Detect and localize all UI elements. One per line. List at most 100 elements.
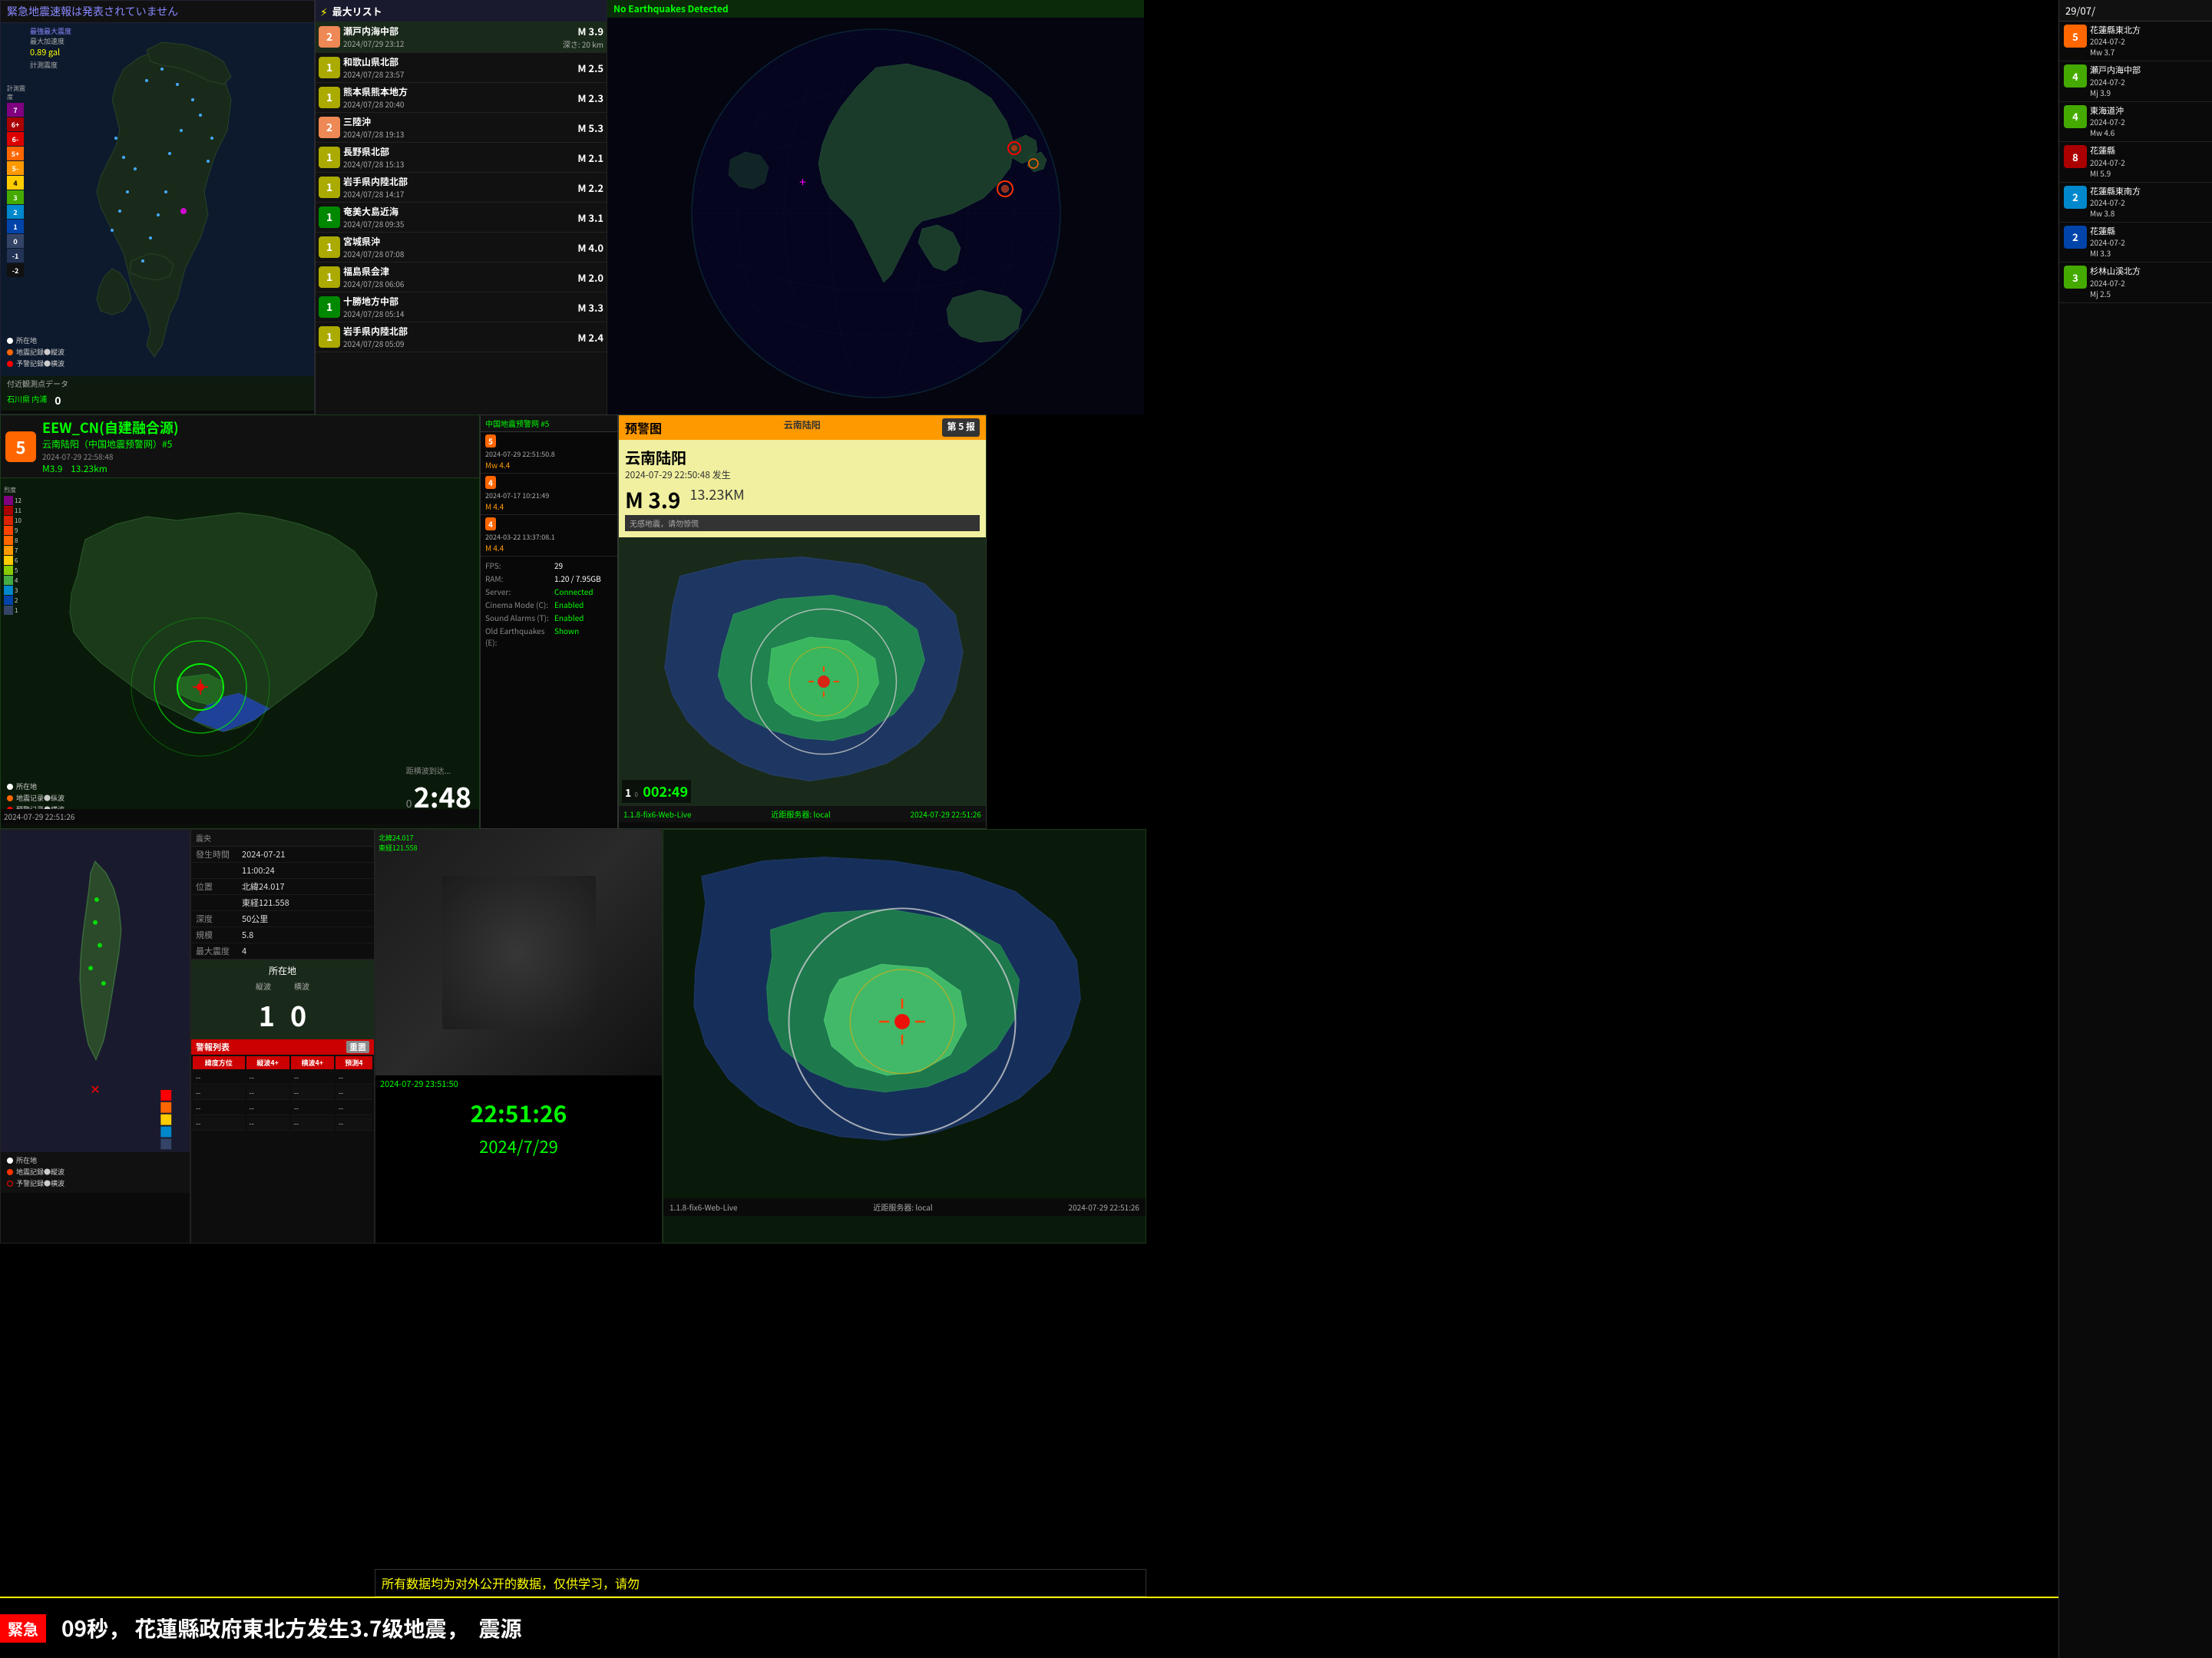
eew-history-1-mag: 4 <box>485 476 496 489</box>
eew-status-section: FPS: 29 RAM: 1.20 / 7.95GB Server: Conne… <box>481 557 617 652</box>
tw-p4-0: -- <box>246 1071 289 1085</box>
eew-old-eq-val: Shown <box>554 625 579 648</box>
china-eew-mag-badge: 5 <box>5 431 36 462</box>
eq-list-item-4[interactable]: 1 長野県北部 2024/07/28 15:13 M 2.1 <box>316 143 607 173</box>
sidebar-eq-item-1[interactable]: 4 瀬戸内海中部 2024-07-2 Mj 3.9 <box>2059 61 2212 101</box>
eew-cinema-row: Cinema Mode (C): Enabled <box>485 599 613 610</box>
eq-details-9: 十勝地方中部 2024/07/28 05:14 <box>343 295 574 319</box>
eq-time-9: 2024/07/28 05:14 <box>343 308 574 319</box>
china-eew-title: EEW_CN(自建融合源) <box>42 418 179 438</box>
eq-list-item-7[interactable]: 1 宮城県沖 2024/07/28 07:08 M 4.0 <box>316 233 607 263</box>
sidebar-mag-5: 2 <box>2064 226 2087 249</box>
eew-server-val: Connected <box>554 586 594 597</box>
cn-countdown-overlay: 1 0 002:49 <box>622 780 691 803</box>
globe-header: No Earthquakes Detected <box>607 0 1144 18</box>
cn-alert-depth: 13.23KM <box>689 484 744 515</box>
sidebar-date: 29/07/ <box>2059 0 2212 21</box>
sidebar-eq-item-5[interactable]: 2 花蓮縣 2024-07-2 MI 3.3 <box>2059 223 2212 263</box>
eq-list-item-0[interactable]: 2 瀬戸内海中部 2024/07/29 23:12 M 3.9 深さ: 20 k… <box>316 21 607 53</box>
eq-list-item-5[interactable]: 1 岩手県内陸北部 2024/07/28 14:17 M 2.2 <box>316 173 607 203</box>
sidebar-eq-name-3: 花蓮縣 <box>2090 145 2207 157</box>
cn-countdown-num: 1 <box>625 785 631 801</box>
eq-magnitude-1: M 2.5 <box>577 61 603 75</box>
china-large-service: 近距服务器: local <box>873 1201 932 1213</box>
sidebar-eq-item-6[interactable]: 3 杉林山溪北方 2024-07-2 Mj 2.5 <box>2059 263 2212 302</box>
eq-time-2: 2024/07/28 20:40 <box>343 98 574 110</box>
satellite-date-display: 2024/7/29 <box>375 1132 662 1160</box>
china-eew-time: 22:58:48 <box>84 451 114 462</box>
sidebar-eq-date-3: 2024-07-2 <box>2090 157 2207 168</box>
eew-cinema-label: Cinema Mode (C): <box>485 599 554 610</box>
eq-details-6: 奄美大島近海 2024/07/28 09:35 <box>343 205 574 230</box>
eq-magnitude-4: M 2.1 <box>577 150 603 165</box>
nearby-data-label: 付近観測点データ <box>7 378 68 389</box>
eq-location-7: 宮城県沖 <box>343 235 574 248</box>
eq-depth-0: 深さ: 20 km <box>563 38 603 50</box>
china-eew-distance: 13.23km <box>71 462 107 475</box>
eew-fps-val: 29 <box>554 560 563 571</box>
sidebar-eq-info-4: 花蓮縣東南方 2024-07-2 Mw 3.8 <box>2090 186 2207 219</box>
taiwan-legend: 所在地 地震記録●縦波 予警記録●横波 <box>1 1152 190 1193</box>
eew-old-eq-label: Old Earthquakes (E): <box>485 625 554 648</box>
sidebar-eq-info-2: 東海道沖 2024-07-2 Mw 4.6 <box>2090 105 2207 138</box>
tw-s4-3: -- <box>291 1117 334 1131</box>
eq-mag-badge-10: 1 <box>319 326 340 348</box>
eew-server-row: Server: Connected <box>485 586 613 597</box>
eq-list-item-2[interactable]: 1 熊本県熊本地方 2024/07/28 20:40 M 2.3 <box>316 83 607 113</box>
taiwan-map-svg: ✕ <box>1 830 190 1152</box>
tw-bearing-0: -- <box>193 1071 245 1085</box>
sidebar-eq-name-4: 花蓮縣東南方 <box>2090 186 2207 197</box>
eew-sound-row: Sound Alarms (T): Enabled <box>485 612 613 623</box>
tw-pred4-3: -- <box>336 1117 372 1131</box>
sidebar-eq-item-3[interactable]: 8 花蓮縣 2024-07-2 MI 5.9 <box>2059 142 2212 182</box>
eq-details-3: 三陸沖 2024/07/28 19:13 <box>343 115 574 140</box>
satellite-panel: 北緯24.017 東経121.558 2024-07-29 23:51:50 2… <box>375 829 663 1244</box>
disclaimer-bar: 所有数据均为对外公开的数据，仅供学习，请勿 <box>375 1569 1146 1597</box>
sidebar-eq-item-2[interactable]: 4 東海道沖 2024-07-2 Mw 4.6 <box>2059 102 2212 142</box>
cn-alert-time: 2024-07-29 22:50:48 发生 <box>625 468 980 481</box>
eq-magnitude-6: M 3.1 <box>577 210 603 225</box>
legend-seismic: 地震記録●縦波 <box>16 347 64 357</box>
eq-location-9: 十勝地方中部 <box>343 295 574 308</box>
eq-details-4: 長野県北部 2024/07/28 15:13 <box>343 145 574 170</box>
tw-s4-1: -- <box>291 1086 334 1100</box>
tw-at-headers: 縦波 横波 <box>196 980 369 992</box>
eq-list-item-10[interactable]: 1 岩手県内陸北部 2024/07/28 05:09 M 2.4 <box>316 322 607 352</box>
eq-list-item-9[interactable]: 1 十勝地方中部 2024/07/28 05:14 M 3.3 <box>316 292 607 322</box>
eq-mag-badge-7: 1 <box>319 236 340 258</box>
legend-warning: 予警記録●横波 <box>16 358 64 368</box>
cn-alert-title: 预警图 <box>625 418 662 437</box>
satellite-imagery-placeholder <box>442 876 596 1029</box>
eq-magnitude-7: M 4.0 <box>577 240 603 255</box>
eq-list-item-6[interactable]: 1 奄美大島近海 2024/07/28 09:35 M 3.1 <box>316 203 607 233</box>
nearby-station-val: 0 <box>55 393 61 408</box>
tw-alert-reset-btn[interactable]: 重置 <box>346 1041 369 1053</box>
ticker-text: 09秒， 花蓮縣政府東北方发生3.7级地震， 震源 <box>46 1613 522 1643</box>
eq-mag-badge-6: 1 <box>319 206 340 228</box>
sidebar-eq-date-6: 2024-07-2 <box>2090 278 2207 289</box>
sidebar-eq-name-1: 瀬戸内海中部 <box>2090 64 2207 76</box>
eq-list-item-3[interactable]: 2 三陸沖 2024/07/28 19:13 M 5.3 <box>316 113 607 143</box>
japan-map-svg <box>24 38 285 361</box>
tw-at-s-label: 横波 <box>294 980 309 992</box>
cn-countdown-val: 002:49 <box>643 781 688 801</box>
svg-text:✕: ✕ <box>91 1076 100 1098</box>
tw-col-pred4: 預測4 <box>336 1056 372 1069</box>
sidebar-eq-item-4[interactable]: 2 花蓮縣東南方 2024-07-2 Mw 3.8 <box>2059 183 2212 223</box>
sidebar-mag-1: 4 <box>2064 64 2087 88</box>
sidebar-eq-name-2: 東海道沖 <box>2090 105 2207 117</box>
sidebar-mag-2: 4 <box>2064 105 2087 128</box>
tw-lat-row: 位置 北緯24.017 <box>191 879 374 895</box>
tw-pred4-2: -- <box>336 1101 372 1115</box>
intensity-scale: 計測震度 7 6+ 6- 5+ 5- 4 3 2 1 0 -1 -2 <box>7 84 25 278</box>
sidebar-mag-3: 8 <box>2064 145 2087 168</box>
eq-magnitude-0: M 3.9 <box>563 24 603 38</box>
ticker-main-text: 花蓮縣政府東北方发生3.7级地震， 震源 <box>134 1613 521 1643</box>
legend-location: 所在地 <box>16 335 37 345</box>
eq-magnitude-5: M 2.2 <box>577 180 603 195</box>
eq-magnitude-2: M 2.3 <box>577 91 603 105</box>
sidebar-eq-item-0[interactable]: 5 花蓮縣東北方 2024-07-2 Mw 3.7 <box>2059 21 2212 61</box>
eq-list-item-8[interactable]: 1 福島県会津 2024/07/28 06:06 M 2.0 <box>316 263 607 292</box>
eq-list-item-1[interactable]: 1 和歌山県北部 2024/07/28 23:57 M 2.5 <box>316 53 607 83</box>
tw-col-bearing: 緯度方位 <box>193 1056 245 1069</box>
